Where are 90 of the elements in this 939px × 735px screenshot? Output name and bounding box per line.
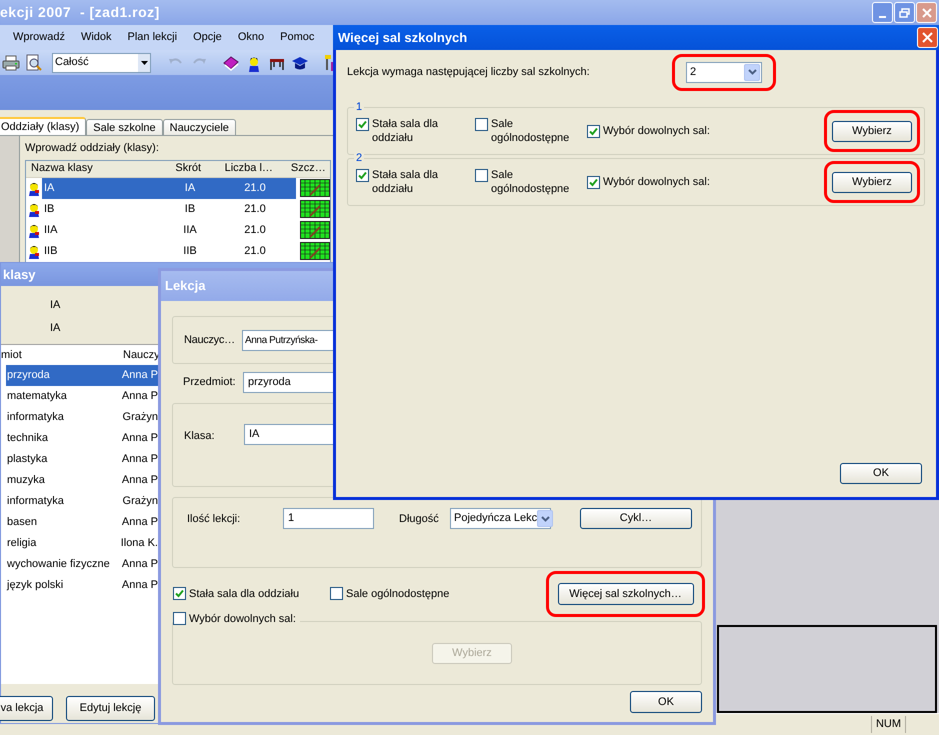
schedule-grid-icon (300, 200, 330, 218)
tab[interactable]: Oddziały (klasy) (0, 117, 86, 135)
new-lesson-button[interactable]: va lekcja (0, 696, 53, 721)
student-icon (26, 222, 42, 238)
status-indicator: NUM (870, 716, 906, 733)
cycle-button[interactable]: Cykl… (580, 508, 692, 529)
menu-item[interactable]: Widok (80, 29, 112, 46)
checkbox[interactable]: Stała sala dla oddziału (173, 586, 330, 602)
menu-item[interactable]: Pomoc (280, 29, 314, 46)
menu-item[interactable]: Plan lekcji (128, 29, 178, 46)
edit-lesson-button[interactable]: Edytuj lekcję (66, 696, 155, 721)
choose-button[interactable]: Wybierz (832, 120, 912, 142)
menu-item[interactable]: Opcje (193, 29, 222, 46)
minimize-button[interactable] (872, 2, 893, 23)
column-header[interactable]: Liczba l… (210, 160, 287, 177)
list-row[interactable]: przyroda Anna P (6, 365, 158, 386)
list-row[interactable]: religia Ilona K. (6, 533, 158, 554)
table-row[interactable]: IIA IIA 21.0 (42, 220, 296, 240)
list-row[interactable]: wychowanie fizyczne Anna P (6, 554, 158, 575)
printer-icon[interactable] (2, 54, 20, 72)
column-header[interactable]: Nauczy (123, 346, 160, 364)
schedule-grid-icon (300, 242, 330, 260)
schedule-grid-icon (300, 179, 330, 197)
schedule-grid-icon (300, 221, 330, 239)
list-row[interactable]: plastyka Anna P (6, 449, 158, 470)
checkbox[interactable]: Sale ogólnodostępne (330, 586, 450, 602)
column-header[interactable]: Szcz… (286, 160, 330, 177)
caret-icon (140, 60, 148, 64)
list-row[interactable]: basen Anna P (6, 512, 158, 533)
list-row[interactable]: technika Anna P (6, 428, 158, 449)
column-header[interactable]: Nazwa klasy (26, 160, 166, 177)
dialog-title: Lekcja (165, 277, 206, 296)
window-title: klasy (3, 266, 36, 284)
more-rooms-button[interactable]: Więcej sal szkolnych… (558, 583, 694, 605)
student-icon (26, 243, 42, 259)
caret-icon (540, 516, 550, 522)
checkbox[interactable]: Wybór dowolnych sal: (587, 175, 824, 189)
field-label: Ilość lekcji: (187, 512, 242, 527)
list-row[interactable]: informatyka Grażyn (6, 491, 158, 512)
book-icon[interactable] (222, 54, 240, 72)
dialog-title: Więcej sal szkolnych (338, 28, 468, 47)
field-label: Długość (399, 512, 440, 527)
restore-icon (899, 8, 910, 18)
close-icon (922, 8, 932, 18)
menu-item[interactable]: Okno (238, 29, 264, 46)
tab[interactable]: Nauczyciele (162, 119, 236, 135)
check-icon (589, 178, 598, 187)
list-row[interactable]: informatyka Grażyn (6, 407, 158, 428)
checkbox[interactable]: Stała sala dla oddziału (356, 117, 475, 145)
length-select[interactable]: Pojedyńcza Lekc (450, 508, 551, 529)
caret-icon (748, 69, 756, 75)
menu-item[interactable]: Wprowadź (13, 29, 65, 46)
table-row[interactable]: IB IB 21.0 (42, 198, 296, 220)
check-icon (358, 171, 367, 180)
column-header[interactable]: Skrót (166, 160, 211, 177)
room-count-select[interactable]: 2 (686, 62, 762, 82)
student-icon (26, 180, 42, 196)
checkbox[interactable]: Wybór dowolnych sal: (173, 611, 296, 628)
table-row[interactable]: IA IA 21.0 (42, 178, 296, 198)
check-icon (358, 120, 367, 129)
tab[interactable]: Sale szkolne (86, 119, 163, 135)
input-field[interactable]: 1 (283, 508, 374, 529)
window-title: ekcji 2007 - [zad1.roz] (0, 3, 160, 22)
ok-button[interactable]: OK (630, 691, 702, 713)
value-label: IA (50, 298, 62, 313)
ok-button[interactable]: OK (840, 463, 922, 484)
prompt-label: Lekcja wymaga następującej liczby sal szkolnych: (347, 64, 591, 80)
restore-button[interactable] (894, 2, 915, 23)
close-button[interactable] (917, 27, 938, 48)
field-label: Przedmiot: (183, 375, 237, 390)
checkbox[interactable]: Stała sala dla oddziału (356, 168, 475, 196)
table-row[interactable]: IIB IIB 21.0 (42, 240, 296, 262)
list-row[interactable]: język polski Anna P (6, 575, 158, 596)
checkbox[interactable]: Sale ogólnodostępne (475, 117, 587, 145)
list-row[interactable]: muzyka Anna P (6, 470, 158, 491)
close-icon (922, 32, 933, 43)
student-icon (26, 201, 42, 217)
choose-button[interactable]: Wybierz (832, 172, 912, 192)
column-header[interactable]: miot (1, 346, 123, 364)
checkbox[interactable]: Wybór dowolnych sal: (587, 124, 824, 138)
list-row[interactable]: matematyka Anna P (6, 386, 158, 407)
checkbox[interactable]: Sale ogólnodostępne (475, 168, 587, 196)
view-select[interactable]: Całość (52, 52, 151, 72)
check-icon (175, 588, 184, 598)
field-label: Nauczyc… (184, 332, 236, 348)
field-label: Klasa: (184, 429, 216, 444)
prompt-label: Wprowadź oddziały (klasy): (25, 141, 160, 156)
value-label: IA (50, 320, 62, 336)
print-preview-icon[interactable] (25, 54, 43, 72)
check-icon (589, 127, 598, 136)
